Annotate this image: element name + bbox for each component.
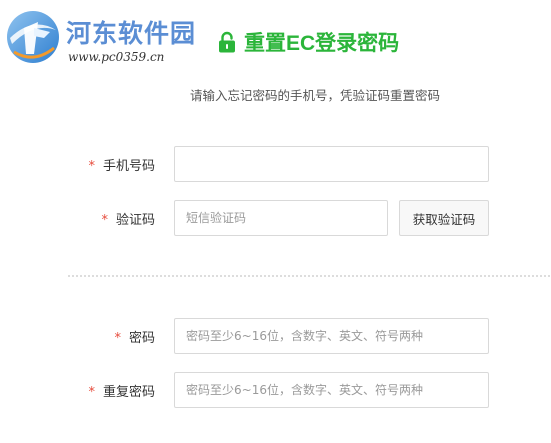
required-mark: * bbox=[88, 159, 95, 174]
phone-row: * 手机号码 bbox=[0, 146, 551, 182]
required-mark: * bbox=[88, 385, 95, 400]
get-code-button[interactable]: 获取验证码 bbox=[399, 200, 489, 236]
password-label: * 密码 bbox=[114, 327, 155, 346]
code-row: * 验证码 获取验证码 bbox=[0, 200, 551, 236]
lock-icon bbox=[219, 31, 235, 53]
phone-input[interactable] bbox=[174, 146, 489, 182]
page-header: 重置EC登录密码 bbox=[218, 26, 399, 58]
sms-code-input[interactable] bbox=[174, 200, 388, 236]
required-mark: * bbox=[114, 331, 121, 346]
password-row: * 密码 bbox=[0, 318, 551, 354]
confirm-password-label: * 重复密码 bbox=[88, 381, 155, 400]
phone-label: * 手机号码 bbox=[88, 155, 155, 174]
code-label: * 验证码 bbox=[101, 209, 155, 228]
password-label-text: 密码 bbox=[128, 331, 155, 346]
reset-password-page: 河东软件园 www.pc0359.cn 重置EC登录密码 请输入忘记密码的手机号… bbox=[0, 0, 551, 443]
page-subtitle: 请输入忘记密码的手机号，凭验证码重置密码 bbox=[190, 88, 441, 103]
confirm-password-label-text: 重复密码 bbox=[102, 385, 155, 400]
logo-mark-icon bbox=[7, 11, 59, 63]
password-input[interactable] bbox=[174, 318, 489, 354]
watermark-url: www.pc0359.cn bbox=[68, 50, 165, 64]
required-mark: * bbox=[101, 213, 108, 228]
phone-label-text: 手机号码 bbox=[102, 159, 155, 174]
confirm-password-row: * 重复密码 bbox=[0, 372, 551, 408]
section-divider bbox=[68, 275, 550, 277]
code-label-text: 验证码 bbox=[115, 213, 155, 228]
watermark-name: 河东软件园 bbox=[66, 19, 197, 48]
page-title: 重置EC登录密码 bbox=[244, 32, 400, 55]
confirm-password-input[interactable] bbox=[174, 372, 489, 408]
site-watermark: 河东软件园 www.pc0359.cn bbox=[4, 8, 214, 66]
